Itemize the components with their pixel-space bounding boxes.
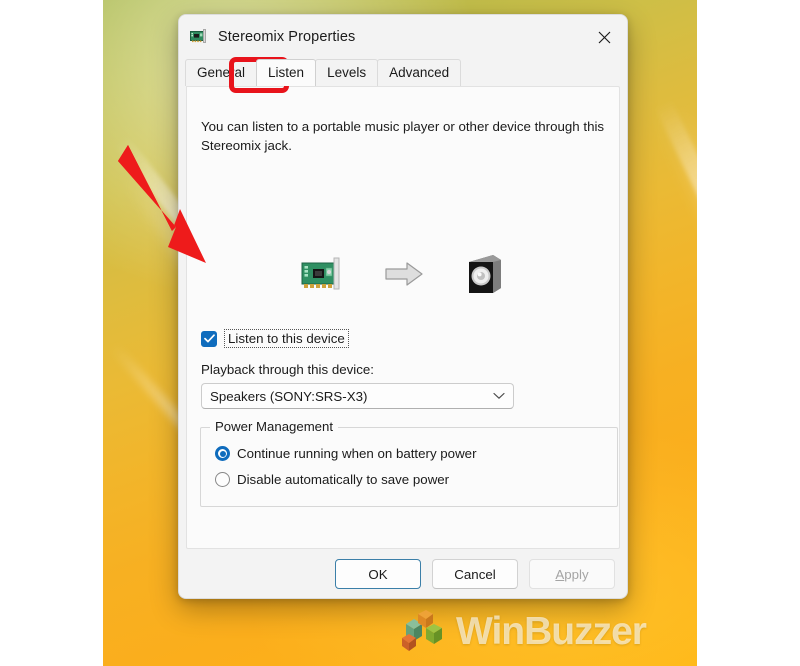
radio-unselected-icon[interactable] [215,472,230,487]
tab-general[interactable]: General [185,59,258,86]
tab-advanced[interactable]: Advanced [377,59,462,86]
device-graphic [187,252,619,296]
soundcard-icon [301,257,340,290]
listen-to-device-label[interactable]: Listen to this device [224,329,349,348]
close-icon[interactable] [581,15,627,59]
dialog-button-bar: OK Cancel Apply [179,550,627,598]
chevron-down-icon [493,392,505,399]
properties-dialog: Stereomix Properties General Listen Leve… [178,14,628,599]
tab-strip: General Listen Levels Advanced [179,59,627,86]
power-management-legend: Power Management [210,419,339,434]
radio-selected-icon[interactable] [215,446,230,461]
apply-button[interactable]: Apply [529,559,615,589]
playback-device-label: Playback through this device: [201,362,374,377]
radio-disable-automatically-label: Disable automatically to save power [237,472,450,487]
tab-listen[interactable]: Listen [256,59,317,86]
apply-rest: pply [564,566,589,582]
right-arrow-icon [385,262,423,286]
radio-disable-automatically[interactable]: Disable automatically to save power [215,472,449,487]
playback-device-combobox[interactable]: Speakers (SONY:SRS-X3) [201,383,514,409]
radio-continue-running[interactable]: Continue running when on battery power [215,446,477,461]
radio-continue-running-label: Continue running when on battery power [237,446,477,461]
soundcard-icon [190,29,206,43]
checkmark-icon [203,334,215,343]
power-management-group: Power Management Continue running when o… [200,419,618,507]
dialog-titlebar: Stereomix Properties [179,15,627,59]
listen-to-device-checkbox[interactable] [201,330,217,347]
screenshot-root: Stereomix Properties General Listen Leve… [0,0,800,666]
dialog-title: Stereomix Properties [218,29,356,45]
tab-levels[interactable]: Levels [315,59,379,86]
playback-device-value: Speakers (SONY:SRS-X3) [210,388,368,404]
apply-mnemonic: A [555,566,565,582]
cancel-button[interactable]: Cancel [432,559,518,589]
speaker-icon [469,255,501,293]
ok-button[interactable]: OK [335,559,421,589]
listen-to-device-row[interactable]: Listen to this device [201,329,349,348]
close-glyph [598,31,610,43]
listen-tab-panel: You can listen to a portable music playe… [186,86,620,549]
listen-description: You can listen to a portable music playe… [201,119,605,153]
